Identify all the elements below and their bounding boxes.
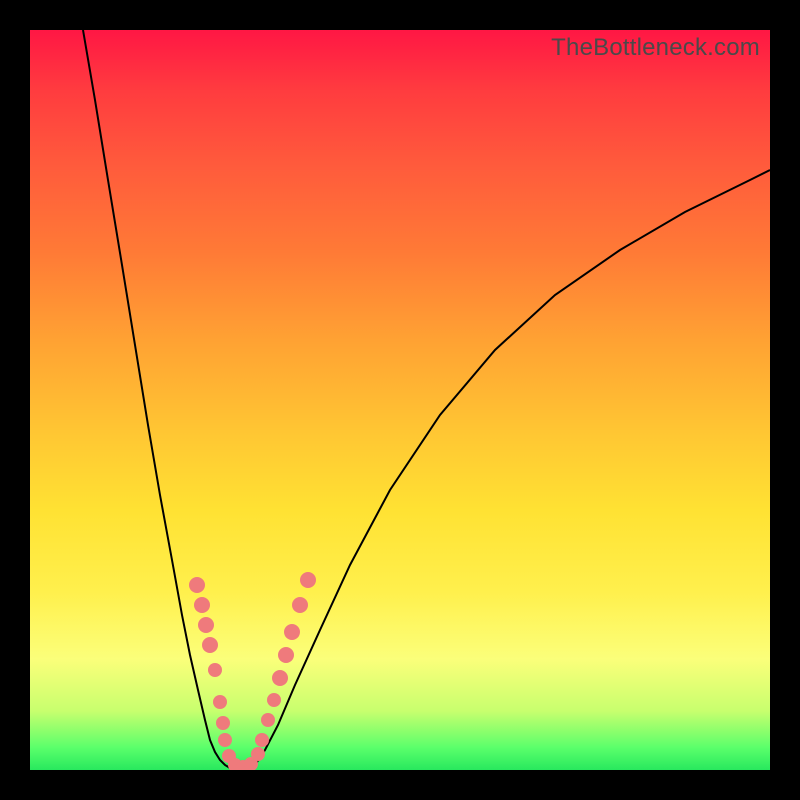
plot-area: TheBottleneck.com xyxy=(30,30,770,770)
marker-dot xyxy=(261,713,275,727)
marker-dot xyxy=(272,670,288,686)
marker-dot xyxy=(189,577,205,593)
marker-dot xyxy=(278,647,294,663)
marker-dot xyxy=(218,733,232,747)
marker-dot xyxy=(284,624,300,640)
marker-dot xyxy=(208,663,222,677)
marker-dot xyxy=(194,597,210,613)
marker-dot xyxy=(300,572,316,588)
bottleneck-curve-svg xyxy=(30,30,770,770)
curve-markers xyxy=(189,572,316,770)
marker-dot xyxy=(213,695,227,709)
marker-dot xyxy=(292,597,308,613)
marker-dot xyxy=(255,733,269,747)
marker-dot xyxy=(251,747,265,761)
marker-dot xyxy=(216,716,230,730)
bottleneck-curve xyxy=(83,30,770,769)
marker-dot xyxy=(198,617,214,633)
chart-frame: TheBottleneck.com xyxy=(0,0,800,800)
marker-dot xyxy=(267,693,281,707)
marker-dot xyxy=(202,637,218,653)
